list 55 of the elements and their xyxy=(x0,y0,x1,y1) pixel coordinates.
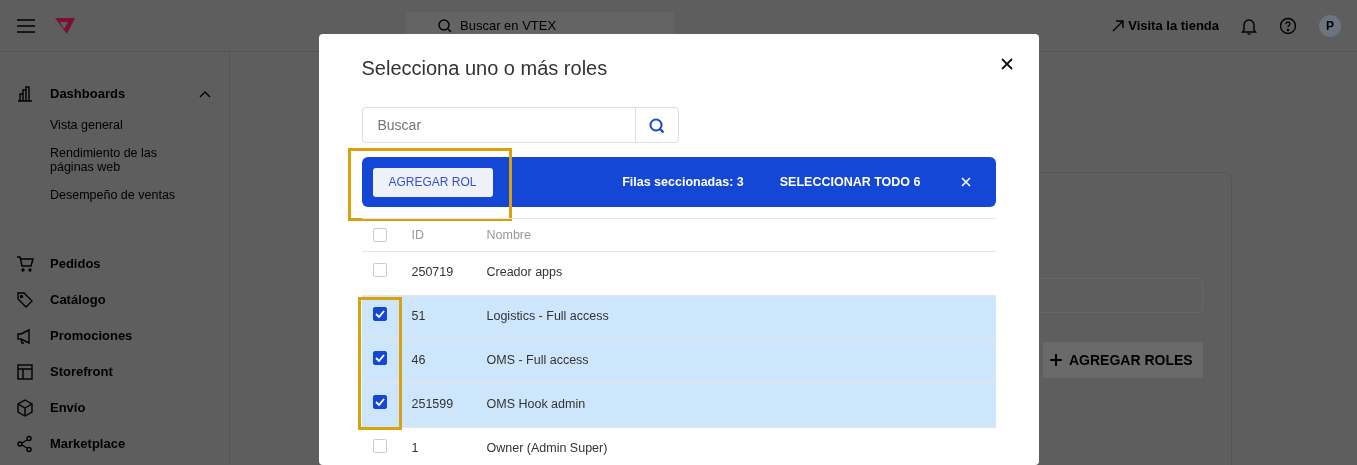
table-cell-text: 250719 xyxy=(411,264,455,281)
clear-selection-button[interactable] xyxy=(958,175,973,189)
sidebar-item[interactable]: Dashboards xyxy=(50,84,126,104)
sidebar-item[interactable]: Storefront xyxy=(50,362,113,382)
chevron-icon[interactable] xyxy=(199,90,211,98)
checkbox[interactable] xyxy=(372,351,387,365)
sidebar-item[interactable]: Envío xyxy=(50,398,86,418)
bar-chart-icon xyxy=(16,85,34,103)
menu-icon[interactable] xyxy=(16,17,36,34)
plus-icon xyxy=(1049,353,1063,367)
table-cell-text: Creador apps xyxy=(486,264,563,281)
column-header: ID xyxy=(411,226,425,244)
sidebar-item[interactable]: Promociones xyxy=(50,326,133,346)
tag-icon xyxy=(16,291,34,309)
avatar[interactable]: P xyxy=(1319,14,1341,37)
logo-icon[interactable] xyxy=(54,16,76,35)
modal-title: Selecciona uno o más roles xyxy=(361,56,609,80)
sidebar-subitem[interactable]: Desempeño de ventas xyxy=(50,188,180,202)
search-field[interactable]: Buscar xyxy=(361,107,635,143)
table-cell-text: 251599 xyxy=(411,396,455,413)
help-icon[interactable] xyxy=(1279,16,1297,35)
table-cell-text: 51 xyxy=(411,308,427,325)
search-icon xyxy=(438,18,452,33)
search-icon xyxy=(648,117,665,134)
sidebar-item[interactable]: Catálogo xyxy=(50,290,106,310)
checkbox[interactable] xyxy=(372,395,387,409)
close-icon xyxy=(1000,58,1013,70)
add-role-button[interactable]: AGREGAR ROL xyxy=(372,167,493,197)
search-button[interactable] xyxy=(634,107,679,143)
column-header: Nombre xyxy=(486,226,531,244)
select-all-button[interactable]: SELECCIONAR TODO 6 xyxy=(779,172,921,192)
sidebar-subitem[interactable]: Rendimiento de las páginas web xyxy=(50,146,180,174)
layout-icon xyxy=(16,363,34,381)
table-cell-text: 46 xyxy=(411,352,427,369)
table-cell-text: Owner (Admin Super) xyxy=(486,440,608,457)
cart-icon xyxy=(16,255,34,273)
bell-icon[interactable] xyxy=(1241,16,1257,35)
table-cell-text: Logistics - Full access xyxy=(486,308,609,325)
sidebar-subitem[interactable]: Vista general xyxy=(50,118,180,132)
sidebar-item[interactable]: Pedidos xyxy=(50,254,101,274)
selected-count: Filas seccionadas: 3 xyxy=(622,173,744,191)
table-cell-text: 1 xyxy=(411,440,420,457)
check-icon xyxy=(374,354,385,362)
share-icon xyxy=(16,435,34,453)
table-cell-text: OMS - Full access xyxy=(486,352,589,369)
checkbox[interactable] xyxy=(372,307,387,321)
check-icon xyxy=(374,310,385,318)
close-icon xyxy=(960,177,971,187)
arrow-icon xyxy=(1112,19,1125,32)
add-roles-button[interactable]: AGREGAR ROLES xyxy=(1043,342,1203,378)
check-icon xyxy=(374,398,385,406)
sidebar-item[interactable]: Marketplace xyxy=(50,434,126,454)
store-link[interactable]: Visita la tienda xyxy=(1112,15,1219,36)
box-icon xyxy=(16,399,34,417)
table-cell-text: OMS Hook admin xyxy=(486,396,586,413)
